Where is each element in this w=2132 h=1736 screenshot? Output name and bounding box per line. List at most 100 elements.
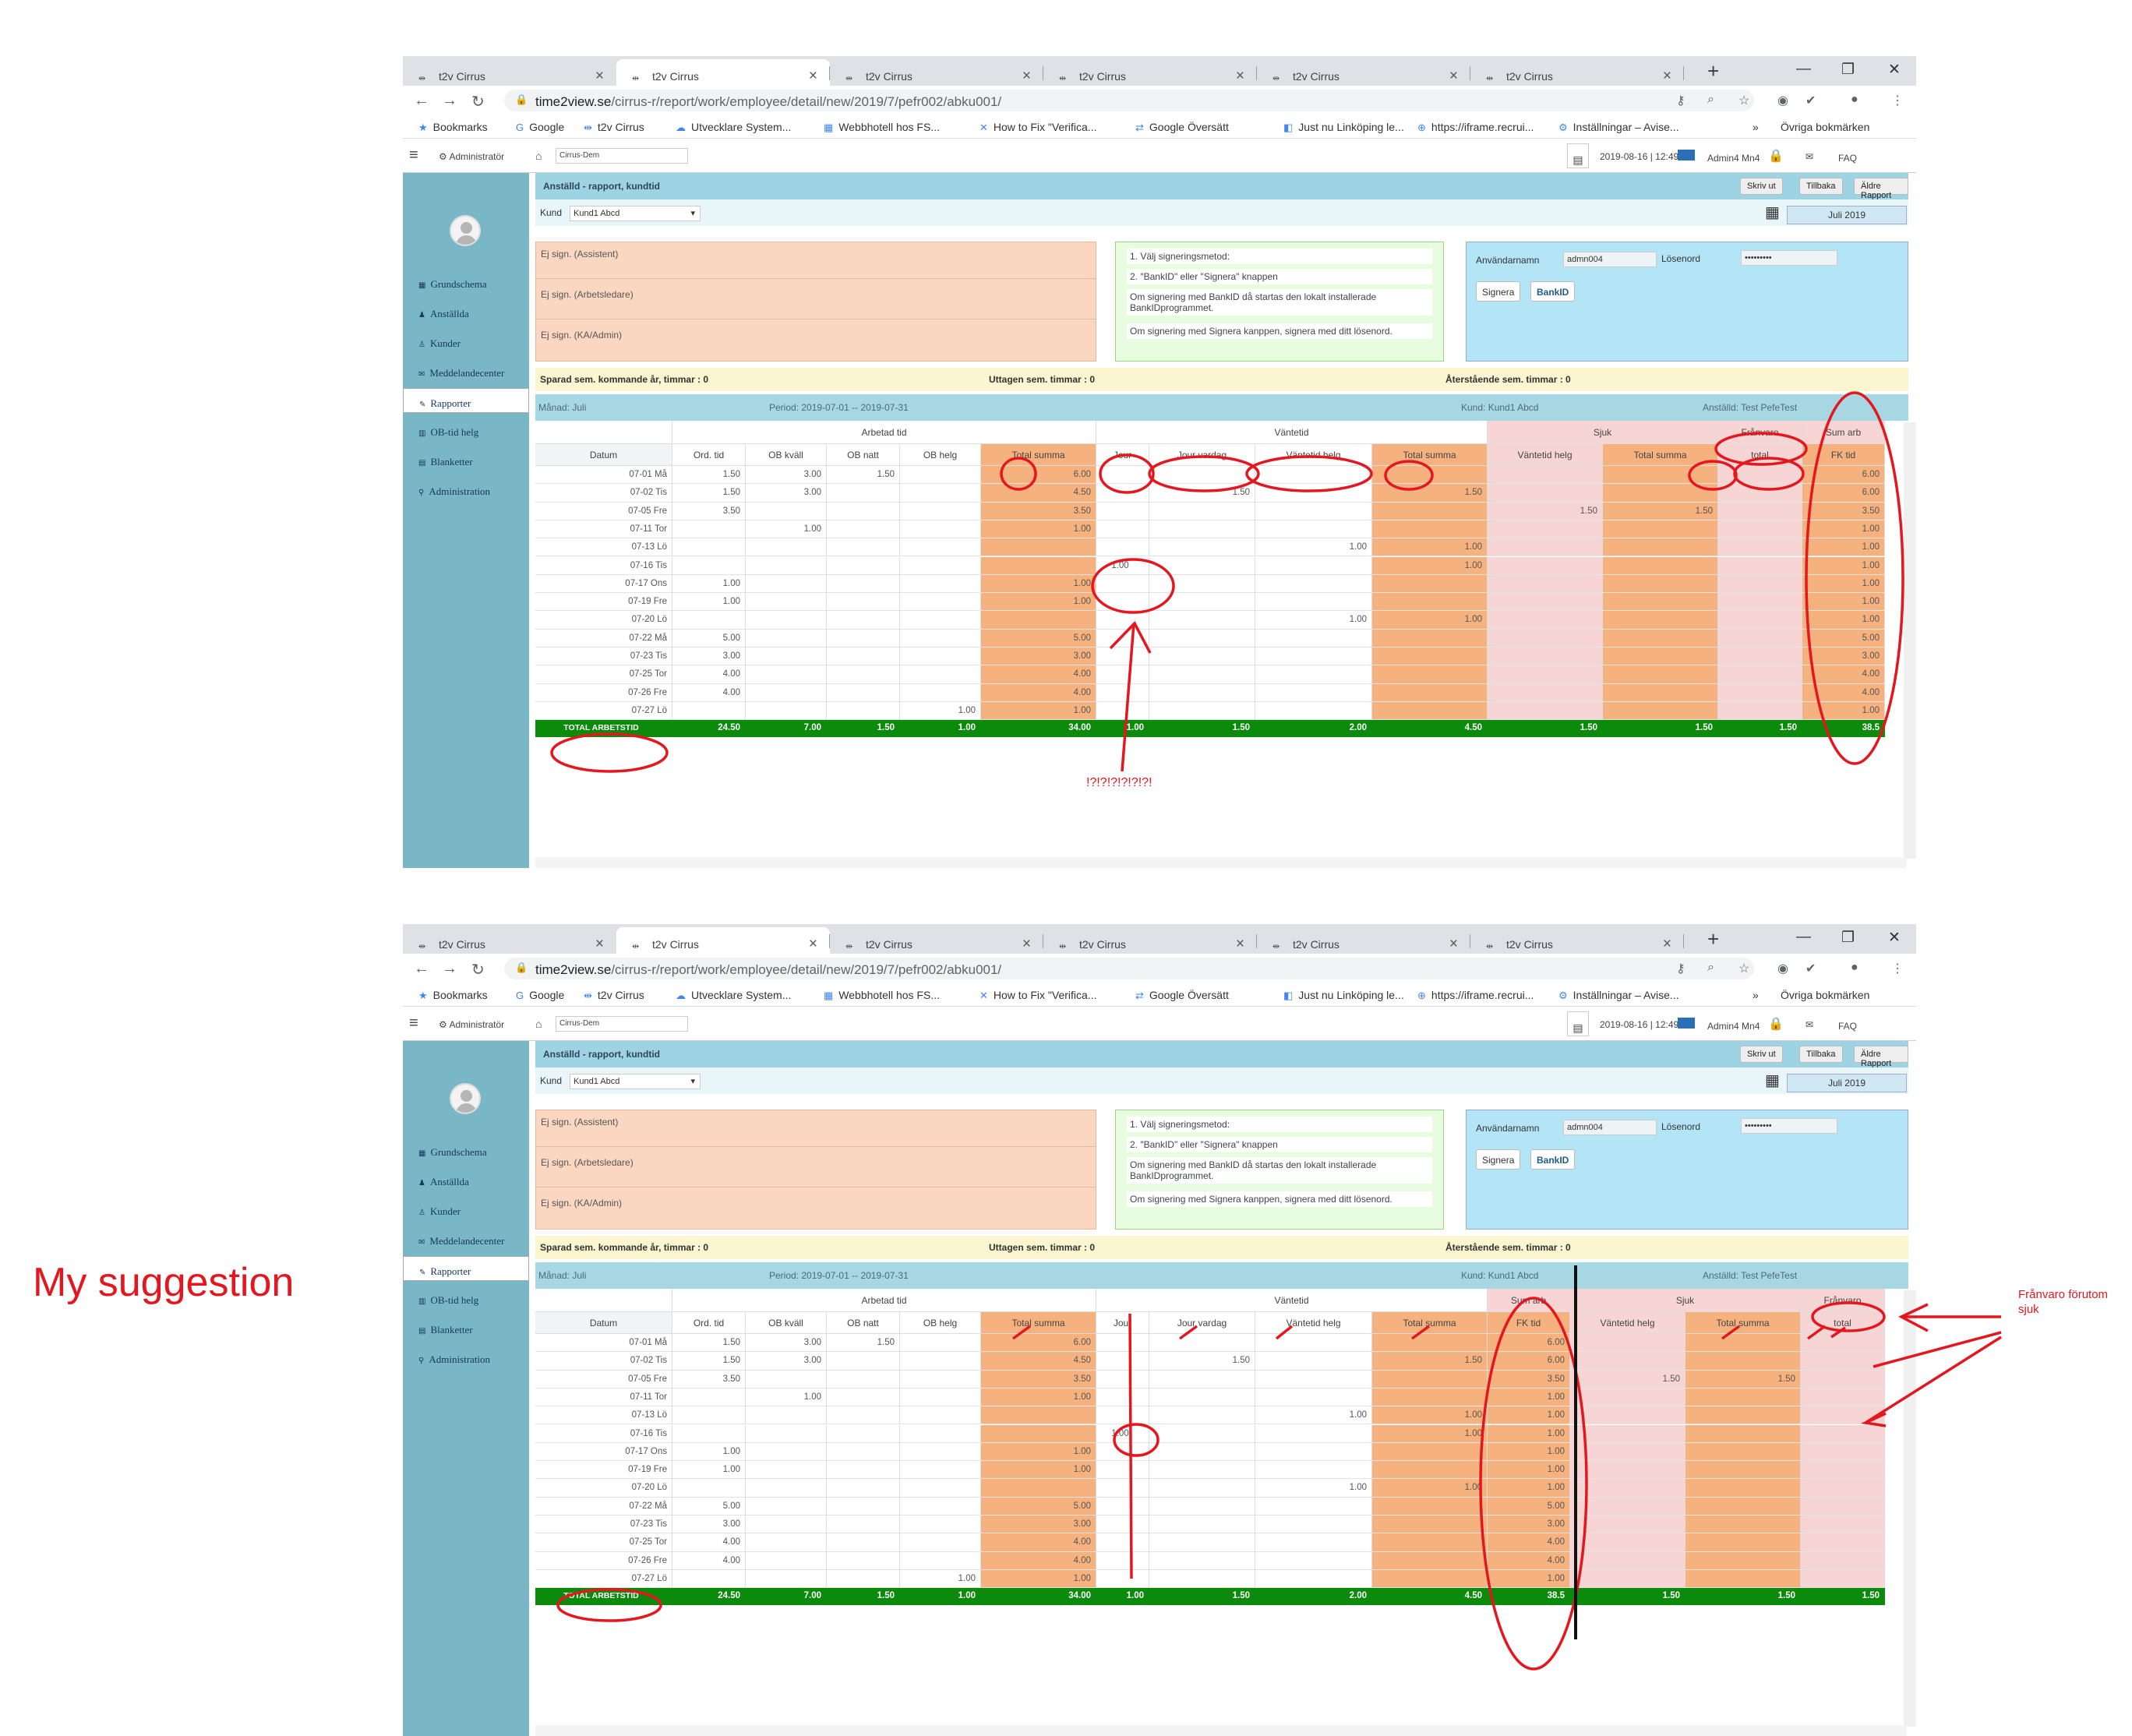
close-tab-icon[interactable]: × xyxy=(1663,68,1671,85)
browser-tab[interactable]: ⇹ t2v Cirrus × xyxy=(1043,59,1257,86)
browser-tab[interactable]: ⇹ t2v Cirrus × xyxy=(403,59,616,86)
notes-icon[interactable]: ▤ xyxy=(1567,143,1589,168)
bookmark-item[interactable]: ⇹ t2v Cirrus xyxy=(584,121,644,134)
month-picker[interactable]: Juli 2019 xyxy=(1787,1074,1907,1092)
column-header[interactable]: OB helg xyxy=(900,1312,981,1334)
close-tab-icon[interactable]: × xyxy=(1663,936,1671,953)
print-button[interactable]: Skriv ut xyxy=(1740,178,1783,195)
column-header[interactable]: Total summa xyxy=(981,444,1096,466)
bookmark-item[interactable]: Övriga bokmärken xyxy=(1781,989,1869,1001)
sidebar-item[interactable]: ♙ Kunder xyxy=(403,1197,529,1222)
sidebar-item[interactable]: ⚲ Administration xyxy=(403,477,529,502)
close-tab-icon[interactable]: × xyxy=(809,936,817,953)
sidebar-item[interactable]: ✎ Rapporter xyxy=(403,388,529,413)
browser-tab[interactable]: ⇹ t2v Cirrus × xyxy=(830,59,1043,86)
reload-icon[interactable]: ↻ xyxy=(471,960,485,979)
new-tab-button[interactable]: + xyxy=(1707,927,1719,951)
user-name[interactable]: Admin4 Mn4 xyxy=(1707,1021,1760,1032)
bookmark-item[interactable]: G Google xyxy=(516,989,564,1001)
column-header[interactable]: Ord. tid xyxy=(672,1312,746,1334)
site-select[interactable]: Cirrus-Dem xyxy=(556,148,688,164)
bookmark-item[interactable]: ✕ How to Fix "Verifica... xyxy=(980,989,1096,1002)
back-button[interactable]: Tillbaka xyxy=(1799,1046,1843,1063)
bookmark-item[interactable]: ▦ Webbhotell hos FS... xyxy=(824,989,940,1002)
vertical-scrollbar[interactable] xyxy=(1904,1290,1916,1727)
home-icon[interactable]: ⌂ xyxy=(535,150,542,162)
browser-tab[interactable]: ⇹ t2v Cirrus × xyxy=(1257,927,1470,954)
bookmark-item[interactable]: ⇹ t2v Cirrus xyxy=(584,989,644,1002)
sidebar-item[interactable]: ▤ Blanketter xyxy=(403,1315,529,1340)
bookmark-item[interactable]: ★ Bookmarks xyxy=(418,121,488,134)
menu-icon[interactable]: ⋮ xyxy=(1891,961,1904,976)
sidebar-item[interactable]: ▦ Grundschema xyxy=(403,1138,529,1163)
lock-icon[interactable]: 🔒 xyxy=(1768,1016,1784,1032)
column-header[interactable]: Total summa xyxy=(1685,1312,1801,1334)
browser-tab[interactable]: ⇹ t2v Cirrus × xyxy=(616,59,830,86)
horizontal-scrollbar[interactable] xyxy=(535,857,1907,868)
bookmark-item[interactable]: » xyxy=(1753,989,1759,1001)
key-icon[interactable]: ⚷ xyxy=(1676,961,1685,976)
forward-icon[interactable]: → xyxy=(442,92,457,110)
close-tab-icon[interactable]: × xyxy=(595,68,604,85)
username-field[interactable]: admn004 xyxy=(1563,252,1657,267)
sign-button[interactable]: Signera xyxy=(1476,281,1521,302)
column-header[interactable]: OB natt xyxy=(827,444,900,466)
column-header[interactable]: total xyxy=(1801,1312,1885,1334)
sign-button[interactable]: Signera xyxy=(1476,1149,1521,1170)
chat-icon[interactable]: ✉ xyxy=(1805,151,1813,162)
bookmark-item[interactable]: ⚙ Inställningar – Avise... xyxy=(1558,121,1679,134)
profile-avatar-icon[interactable]: ● xyxy=(1851,93,1858,107)
extension-check-icon[interactable]: ✔ xyxy=(1805,93,1816,108)
month-picker[interactable]: Juli 2019 xyxy=(1787,206,1907,224)
column-header[interactable]: Ord. tid xyxy=(672,444,746,466)
bookmark-item[interactable]: ⊕ https://iframe.recrui... xyxy=(1417,121,1534,134)
zoom-icon[interactable]: ⌕ xyxy=(1707,93,1714,107)
older-report-button[interactable]: Äldre Rapport xyxy=(1854,178,1908,200)
bookmark-item[interactable]: ⇄ Google Översätt xyxy=(1135,989,1229,1002)
column-header[interactable]: Total summa xyxy=(1372,1312,1488,1334)
bookmark-item[interactable]: ✕ How to Fix "Verifica... xyxy=(980,121,1096,134)
sidebar-item[interactable]: ⚲ Administration xyxy=(403,1345,529,1370)
forward-icon[interactable]: → xyxy=(442,960,457,978)
column-header[interactable]: OB kväll xyxy=(746,444,827,466)
column-header[interactable]: FK tid xyxy=(1802,444,1885,466)
bookmark-item[interactable]: G Google xyxy=(516,121,564,133)
username-field[interactable]: admn004 xyxy=(1563,1120,1657,1135)
column-header[interactable]: Jour xyxy=(1096,444,1149,466)
sidebar-item[interactable]: ▦ Grundschema xyxy=(403,270,529,295)
sidebar-item[interactable]: ♟ Anställda xyxy=(403,1167,529,1192)
column-header[interactable]: Väntetid helg xyxy=(1255,1312,1372,1334)
menu-icon[interactable]: ⋮ xyxy=(1891,93,1904,108)
close-tab-icon[interactable]: × xyxy=(1236,936,1244,953)
back-icon[interactable]: ← xyxy=(414,960,429,978)
faq-link[interactable]: FAQ xyxy=(1838,1021,1857,1032)
column-header[interactable]: Väntetid helg xyxy=(1488,444,1603,466)
column-header[interactable]: Datum xyxy=(535,444,672,466)
vertical-scrollbar[interactable] xyxy=(1904,422,1916,859)
minimize-icon[interactable]: — xyxy=(1796,929,1811,946)
password-field[interactable]: ••••••••• xyxy=(1741,1118,1837,1134)
key-icon[interactable]: ⚷ xyxy=(1676,93,1685,108)
sidebar-item[interactable]: ✉ Meddelandecenter xyxy=(403,1226,529,1251)
extension-icon[interactable]: ◉ xyxy=(1777,93,1788,108)
sidebar-item[interactable]: ▥ OB-tid helg xyxy=(403,1286,529,1311)
bookmark-item[interactable]: ☁ Utvecklare System... xyxy=(676,121,791,134)
close-window-icon[interactable]: ✕ xyxy=(1888,929,1901,947)
column-header[interactable]: Total summa xyxy=(1372,444,1488,466)
notes-icon[interactable]: ▤ xyxy=(1567,1011,1589,1036)
bookmark-item[interactable]: » xyxy=(1753,121,1759,133)
column-header[interactable]: Total summa xyxy=(981,1312,1096,1334)
url-input[interactable]: 🔒 time2view.se/cirrus-r/report/work/emplo… xyxy=(504,958,1754,979)
bookmark-item[interactable]: ◧ Just nu Linköping le... xyxy=(1283,121,1404,134)
bankid-button[interactable]: BankID xyxy=(1530,281,1576,302)
bookmark-item[interactable]: ★ Bookmarks xyxy=(418,989,488,1002)
hamburger-menu-icon[interactable]: ≡ xyxy=(409,1014,418,1032)
browser-tab[interactable]: ⇹ t2v Cirrus × xyxy=(616,927,830,954)
maximize-icon[interactable]: ❐ xyxy=(1841,61,1855,79)
faq-link[interactable]: FAQ xyxy=(1838,153,1857,164)
bookmark-item[interactable]: ⚙ Inställningar – Avise... xyxy=(1558,989,1679,1002)
close-tab-icon[interactable]: × xyxy=(1449,68,1458,85)
sidebar-item[interactable]: ♟ Anställda xyxy=(403,299,529,324)
calendar-icon[interactable]: ▦ xyxy=(1765,203,1780,222)
close-tab-icon[interactable]: × xyxy=(1449,936,1458,953)
